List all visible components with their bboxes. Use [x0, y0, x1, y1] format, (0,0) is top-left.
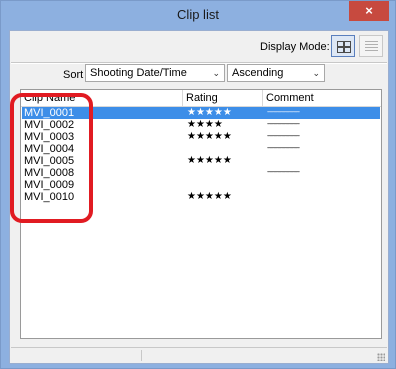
- rating-stars: ★★★★★: [187, 191, 232, 202]
- list-view-button[interactable]: [359, 35, 383, 57]
- sort-label: Sort: [63, 69, 84, 81]
- comment: ------------------------: [267, 121, 300, 128]
- grid-view-button[interactable]: [331, 35, 355, 57]
- rating-stars: ★★★★: [187, 119, 223, 130]
- comment: ------------------------: [267, 169, 300, 176]
- title-bar[interactable]: Clip list ×: [1, 1, 395, 29]
- comment: ------------------------: [267, 109, 300, 116]
- column-divider[interactable]: [182, 90, 183, 106]
- rating-stars: ★★★★★: [187, 131, 232, 142]
- list-view-icon: [365, 40, 378, 53]
- sort-order-value: Ascending: [232, 67, 284, 79]
- rating-stars: ★★★★★: [187, 107, 232, 118]
- sort-order-select[interactable]: Ascending ⌄: [227, 64, 325, 82]
- sort-field-select[interactable]: Shooting Date/Time ⌄: [85, 64, 225, 82]
- comment: ------------------------: [267, 133, 300, 140]
- window-title: Clip list: [177, 7, 219, 22]
- chevron-down-icon: ⌄: [312, 68, 320, 78]
- column-divider[interactable]: [262, 90, 263, 106]
- status-bar: [11, 347, 387, 362]
- close-button[interactable]: ×: [349, 1, 389, 21]
- sort-field-value: Shooting Date/Time: [90, 67, 187, 79]
- annotation-highlight: [10, 93, 93, 223]
- column-header-rating[interactable]: Rating: [186, 92, 218, 104]
- status-divider: [141, 350, 142, 361]
- column-header-comment[interactable]: Comment: [266, 92, 314, 104]
- resize-grip-icon[interactable]: [377, 353, 385, 361]
- rating-stars: ★★★★★: [187, 155, 232, 166]
- display-mode-label: Display Mode:: [260, 41, 330, 53]
- grid-view-icon: [337, 41, 351, 53]
- close-icon: ×: [365, 3, 373, 18]
- comment: ------------------------: [267, 145, 300, 152]
- chevron-down-icon: ⌄: [212, 68, 220, 78]
